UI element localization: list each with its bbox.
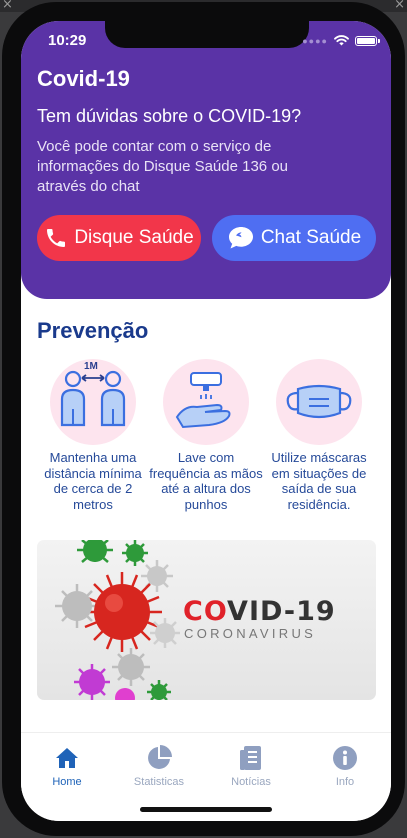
prevention-text-distance: Mantenha uma distância mínima de cerca d… bbox=[44, 450, 142, 512]
signal-icon: ●●●● bbox=[302, 35, 328, 46]
wifi-icon bbox=[334, 35, 349, 46]
prevention-title: Prevenção bbox=[37, 318, 149, 343]
chat-bubble-icon bbox=[228, 227, 253, 249]
tab-info[interactable]: Info bbox=[299, 745, 391, 788]
tab-statistics-label: Statisticas bbox=[133, 776, 185, 788]
tab-statistics[interactable]: Statisticas bbox=[113, 745, 205, 788]
prevention-text-wash: Lave com frequência as mãos até a altura… bbox=[149, 450, 263, 512]
home-icon bbox=[56, 748, 78, 768]
header-description: Você pode contar com o serviço de inform… bbox=[37, 138, 289, 195]
header-card: 10:29 ●●●● Covid-19 Tem dúvidas sobre o … bbox=[21, 21, 391, 299]
wash-icon-bg bbox=[163, 359, 249, 445]
prevention-item-wash: Lave com frequência as mãos até a altura… bbox=[149, 359, 263, 512]
tab-news[interactable]: Notícias bbox=[205, 745, 297, 788]
mask-icon-bg bbox=[276, 359, 362, 445]
phone-icon bbox=[47, 229, 66, 247]
chat-saude-label: Chat Saúde bbox=[260, 227, 362, 248]
device-notch bbox=[105, 21, 309, 48]
banner-title-rest: VID-19 bbox=[227, 596, 336, 627]
home-indicator[interactable] bbox=[140, 807, 272, 812]
tab-home-label: Home bbox=[52, 776, 82, 788]
banner-title-red: CO bbox=[183, 596, 228, 627]
app-screen: 10:29 ●●●● Covid-19 Tem dúvidas sobre o … bbox=[21, 21, 391, 821]
close-icon[interactable]: × bbox=[394, 0, 405, 12]
tab-info-label: Info bbox=[335, 776, 355, 788]
status-indicators: ●●●● bbox=[302, 35, 380, 46]
banner-subtitle: CORONAVIRUS bbox=[184, 626, 317, 641]
covid-banner: COVID-19 CORONAVIRUS bbox=[37, 540, 376, 700]
tab-home[interactable]: Home bbox=[21, 745, 113, 788]
hand-wash-icon bbox=[175, 372, 231, 429]
disque-saude-button[interactable]: Disque Saúde bbox=[37, 215, 201, 261]
app-title: Covid-19 bbox=[37, 66, 130, 91]
header-question: Tem dúvidas sobre o COVID-19? bbox=[37, 106, 302, 126]
status-time: 10:29 bbox=[48, 32, 87, 49]
close-icon[interactable]: × bbox=[2, 0, 13, 12]
pie-chart-icon bbox=[148, 745, 172, 769]
face-mask-icon bbox=[286, 384, 352, 419]
info-icon bbox=[333, 746, 357, 770]
prevention-item-distance: 1M Mantenha uma distância mínima de cerc… bbox=[36, 359, 150, 512]
banner-title: COVID-19 bbox=[183, 596, 336, 627]
disque-saude-label: Disque Saúde bbox=[74, 227, 194, 248]
chat-saude-button[interactable]: Chat Saúde bbox=[212, 215, 376, 261]
prevention-item-mask: Utilize máscaras em situações de saída d… bbox=[262, 359, 376, 512]
distance-icon-bg: 1M bbox=[50, 359, 136, 445]
social-distance-icon: 1M bbox=[60, 361, 126, 427]
battery-icon bbox=[355, 35, 380, 46]
news-icon bbox=[240, 746, 261, 770]
tab-news-label: Notícias bbox=[231, 776, 271, 788]
prevention-text-mask: Utilize máscaras em situações de saída d… bbox=[271, 450, 367, 512]
distance-label: 1M bbox=[84, 361, 98, 372]
phone-frame: 10:29 ●●●● Covid-19 Tem dúvidas sobre o … bbox=[2, 2, 405, 836]
